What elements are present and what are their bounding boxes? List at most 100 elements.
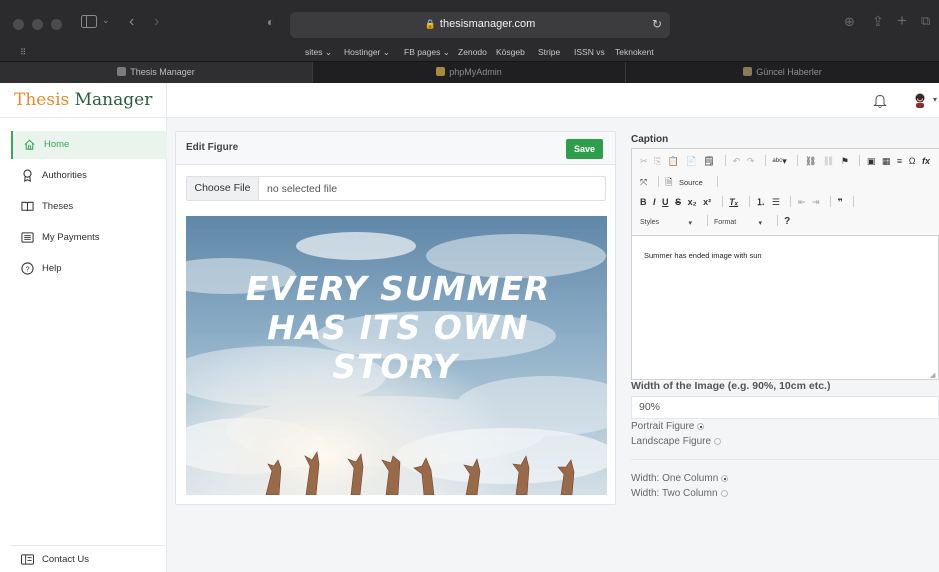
- favorite-teknokent[interactable]: Teknokent: [615, 47, 654, 57]
- contact-us-link[interactable]: Contact Us: [11, 545, 167, 572]
- favorite-fb-pages[interactable]: FB pages ⌄: [404, 47, 450, 58]
- privacy-shield-icon[interactable]: ◐: [267, 16, 274, 28]
- download-icon[interactable]: ⊕: [844, 15, 855, 28]
- chevron-down-icon[interactable]: ▾: [933, 95, 937, 104]
- two-column-option[interactable]: Width: Two Column: [631, 488, 728, 499]
- chevron-down-icon[interactable]: ⌄: [102, 16, 110, 25]
- blockquote-icon[interactable]: ❞: [838, 197, 843, 208]
- indent-icon[interactable]: ⇥: [812, 197, 820, 208]
- maximize-icon[interactable]: ⤧: [640, 177, 647, 188]
- favorite-hostinger[interactable]: Hostinger ⌄: [344, 47, 390, 58]
- caption-text[interactable]: Summer has ended image with sun: [644, 251, 762, 260]
- one-column-radio[interactable]: [721, 475, 729, 482]
- forward-button[interactable]: ›: [154, 14, 159, 30]
- sidebar-item-authorities[interactable]: Authorities: [11, 162, 167, 190]
- table-icon[interactable]: ▦: [882, 156, 891, 167]
- outdent-icon[interactable]: ⇤: [798, 197, 806, 208]
- toolbar-separator: [764, 155, 766, 166]
- portrait-figure-option[interactable]: Portrait Figure: [631, 421, 705, 432]
- paste-word-icon[interactable]: 🗒: [703, 156, 714, 167]
- copy-icon[interactable]: ⎘: [654, 156, 661, 167]
- italic-icon[interactable]: I: [653, 197, 656, 207]
- favorite-sites[interactable]: sites ⌄: [305, 47, 332, 58]
- undo-icon[interactable]: ↶: [733, 156, 741, 167]
- apps-grid-icon[interactable]: ⠿: [20, 47, 26, 58]
- favorite-kosgeb[interactable]: Kösgeb: [496, 47, 525, 57]
- landscape-radio[interactable]: [714, 438, 722, 445]
- choose-file-button[interactable]: Choose File: [187, 177, 259, 200]
- app-header: ▾: [167, 83, 939, 118]
- spellcheck-icon[interactable]: ᵃᵇᶜ▾: [772, 156, 786, 167]
- back-button[interactable]: ‹: [129, 14, 134, 30]
- sidebar-item-help[interactable]: ? Help: [11, 255, 167, 283]
- tab-bar: Thesis Manager phpMyAdmin Güncel Haberle…: [0, 61, 939, 83]
- format-dropdown[interactable]: Format ▾: [714, 219, 766, 227]
- notification-bell-icon[interactable]: [873, 93, 887, 109]
- numbered-list-icon[interactable]: ⒈: [756, 195, 765, 208]
- bold-icon[interactable]: B: [640, 197, 647, 207]
- link-icon[interactable]: ⛓: [805, 156, 816, 167]
- reload-icon[interactable]: ↻: [652, 18, 662, 30]
- anchor-flag-icon[interactable]: ⚑: [841, 156, 849, 167]
- cut-icon[interactable]: ✂: [640, 156, 648, 167]
- sidebar-item-label: Theses: [42, 201, 74, 212]
- file-upload-input[interactable]: Choose File no selected file: [186, 176, 606, 201]
- browser-titlebar: ⌄ ‹ › ◐ 🔒 thesismanager.com ↻ ⊕ ⇪ + ⧉: [0, 0, 939, 44]
- news-favicon: [743, 67, 753, 76]
- two-column-radio[interactable]: [720, 490, 728, 497]
- caption-rich-text-editor[interactable]: ✂ ⎘ 📋 📄 🗒 ↶ ↷ ᵃᵇᶜ▾ ⛓ ⛓ ⚑ ▣ ▦ ≡ Ω fx ⤧ 🗎 …: [631, 148, 939, 380]
- formula-icon[interactable]: fx: [922, 156, 930, 166]
- figure-preview-image: EVERY SUMMER HAS ITS OWN STORY: [186, 216, 607, 495]
- toolbar-separator: [830, 196, 832, 207]
- strikethrough-icon[interactable]: S: [675, 197, 681, 207]
- image-icon[interactable]: ▣: [867, 156, 876, 167]
- horizontal-line-icon[interactable]: ≡: [897, 156, 902, 166]
- image-width-input[interactable]: 90%: [631, 396, 939, 419]
- help-icon[interactable]: ?: [784, 216, 790, 227]
- favorite-stripe[interactable]: Stripe: [538, 47, 560, 57]
- tab-overview-icon[interactable]: ⧉: [921, 14, 930, 27]
- underline-icon[interactable]: U: [662, 197, 669, 207]
- tab-thesis-manager[interactable]: Thesis Manager: [0, 62, 313, 83]
- home-icon: [24, 139, 35, 150]
- landscape-figure-option[interactable]: Landscape Figure: [631, 436, 722, 447]
- file-status-text: no selected file: [267, 183, 338, 195]
- tab-guncel-haberler[interactable]: Güncel Haberler: [626, 62, 939, 83]
- subscript-icon[interactable]: x₂: [688, 197, 697, 207]
- share-icon[interactable]: ⇪: [872, 14, 884, 28]
- portrait-radio[interactable]: [697, 423, 705, 430]
- paste-text-icon[interactable]: 📄: [686, 156, 697, 167]
- chevron-down-icon: ▾: [758, 220, 763, 227]
- minimize-window-button[interactable]: [32, 19, 43, 30]
- special-char-icon[interactable]: Ω: [909, 156, 916, 166]
- sidebar-toggle-icon[interactable]: [81, 15, 97, 30]
- close-window-button[interactable]: [13, 19, 24, 30]
- sidebar-item-label: Home: [44, 139, 70, 150]
- sidebar-item-my-payments[interactable]: My Payments: [11, 224, 167, 252]
- toolbar-separator: [748, 196, 750, 207]
- address-bar[interactable]: 🔒 thesismanager.com ↻: [290, 12, 670, 38]
- source-button[interactable]: 🗎 Source: [665, 175, 707, 191]
- new-tab-icon[interactable]: +: [897, 12, 907, 29]
- toolbar-separator: [721, 196, 723, 207]
- styles-dropdown[interactable]: Styles ▾: [640, 219, 696, 227]
- favorite-zenodo[interactable]: Zenodo: [458, 47, 487, 57]
- superscript-icon[interactable]: x²: [703, 197, 711, 207]
- user-avatar-icon[interactable]: [913, 92, 927, 109]
- tab-phpmyadmin[interactable]: phpMyAdmin: [313, 62, 626, 83]
- paste-icon[interactable]: 📋: [668, 156, 679, 167]
- bulleted-list-icon[interactable]: ☰: [772, 197, 780, 208]
- save-button[interactable]: Save: [566, 139, 603, 159]
- maximize-window-button[interactable]: [51, 19, 62, 30]
- favorite-issn[interactable]: ISSN vs: [574, 47, 605, 57]
- resize-handle-icon[interactable]: ◢: [930, 371, 935, 379]
- one-column-option[interactable]: Width: One Column: [631, 473, 729, 484]
- toolbar-separator: [853, 196, 855, 207]
- redo-icon[interactable]: ↷: [747, 156, 755, 167]
- width-field-label: Width of the Image (e.g. 90%, 10cm etc.): [631, 380, 831, 392]
- brand-logo[interactable]: Thesis Manager: [14, 90, 152, 110]
- unlink-icon[interactable]: ⛓: [823, 156, 834, 167]
- sidebar-item-home[interactable]: Home: [11, 131, 167, 159]
- sidebar-item-theses[interactable]: Theses: [11, 193, 167, 221]
- remove-format-icon[interactable]: Tₓ: [729, 197, 738, 207]
